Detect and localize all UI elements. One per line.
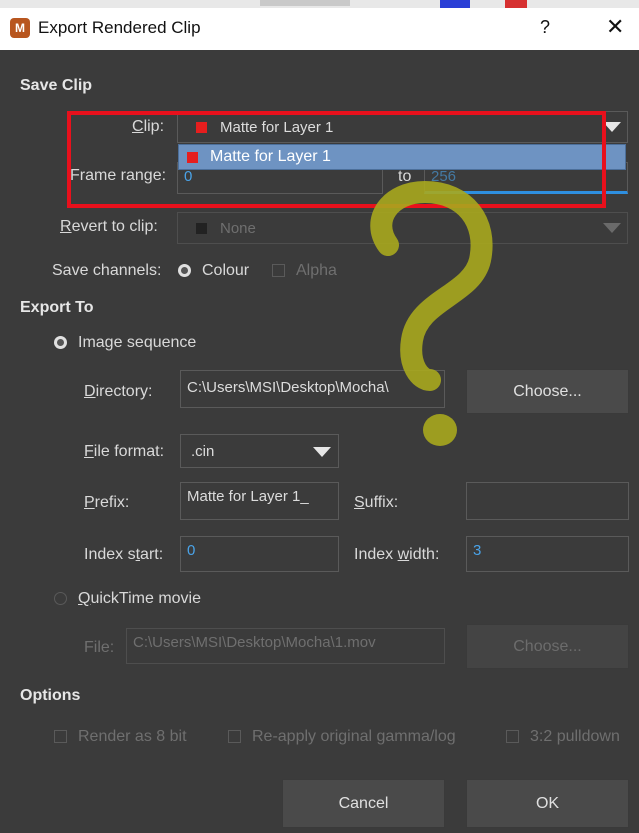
question-mark-annotation: [370, 181, 493, 446]
revert-dropdown-value: None: [220, 220, 256, 237]
window-title: Export Rendered Clip: [38, 18, 201, 37]
prefix-input[interactable]: Matte for Layer 1_: [180, 482, 339, 520]
suffix-input[interactable]: [466, 482, 629, 520]
file-input[interactable]: C:\Users\MSI\Desktop\Mocha\1.mov: [126, 628, 445, 664]
ok-button[interactable]: OK: [466, 779, 629, 828]
save-clip-heading: Save Clip: [20, 77, 93, 94]
reapply-gamma-label: Re-apply original gamma/log: [252, 728, 456, 745]
chevron-down-icon: [603, 223, 621, 233]
quicktime-radio[interactable]: [54, 592, 67, 605]
index-start-input[interactable]: 0: [180, 536, 339, 572]
export-to-heading: Export To: [20, 299, 94, 316]
colour-radio[interactable]: [178, 264, 191, 277]
file-format-value: .cin: [191, 443, 215, 460]
file-format-dropdown[interactable]: .cin: [180, 434, 339, 468]
render-8bit-checkbox[interactable]: [54, 730, 67, 743]
cancel-button[interactable]: Cancel: [282, 779, 445, 828]
image-sequence-radio[interactable]: [54, 336, 67, 349]
suffix-label: Suffix:: [354, 494, 399, 511]
file-choose-button[interactable]: Choose...: [466, 624, 629, 669]
reapply-gamma-checkbox[interactable]: [228, 730, 241, 743]
revert-color-swatch: [196, 223, 207, 234]
index-width-input[interactable]: 3: [466, 536, 629, 572]
render-8bit-label: Render as 8 bit: [78, 728, 187, 745]
colour-label: Colour: [202, 262, 250, 279]
alpha-checkbox[interactable]: [272, 264, 285, 277]
help-button[interactable]: ?: [540, 17, 550, 38]
index-width-label: Index width:: [354, 546, 440, 563]
chevron-down-icon: [313, 447, 331, 457]
prefix-label: Prefix:: [84, 494, 130, 511]
pulldown-checkbox[interactable]: [506, 730, 519, 743]
close-icon[interactable]: ✕: [606, 14, 624, 40]
file-format-label: File format:: [84, 443, 165, 460]
image-sequence-label: Image sequence: [78, 334, 197, 351]
revert-to-clip-label: Revert to clip:: [60, 218, 158, 235]
index-start-label: Index start:: [84, 546, 164, 563]
background-window-strip: [0, 0, 639, 8]
pulldown-label: 3:2 pulldown: [530, 728, 620, 745]
quicktime-label: QuickTime movie: [78, 590, 201, 607]
file-label: File:: [84, 639, 115, 656]
directory-label: Directory:: [84, 383, 153, 400]
app-logo-icon: M: [10, 18, 30, 38]
save-channels-label: Save channels:: [52, 262, 162, 279]
options-heading: Options: [20, 687, 81, 704]
